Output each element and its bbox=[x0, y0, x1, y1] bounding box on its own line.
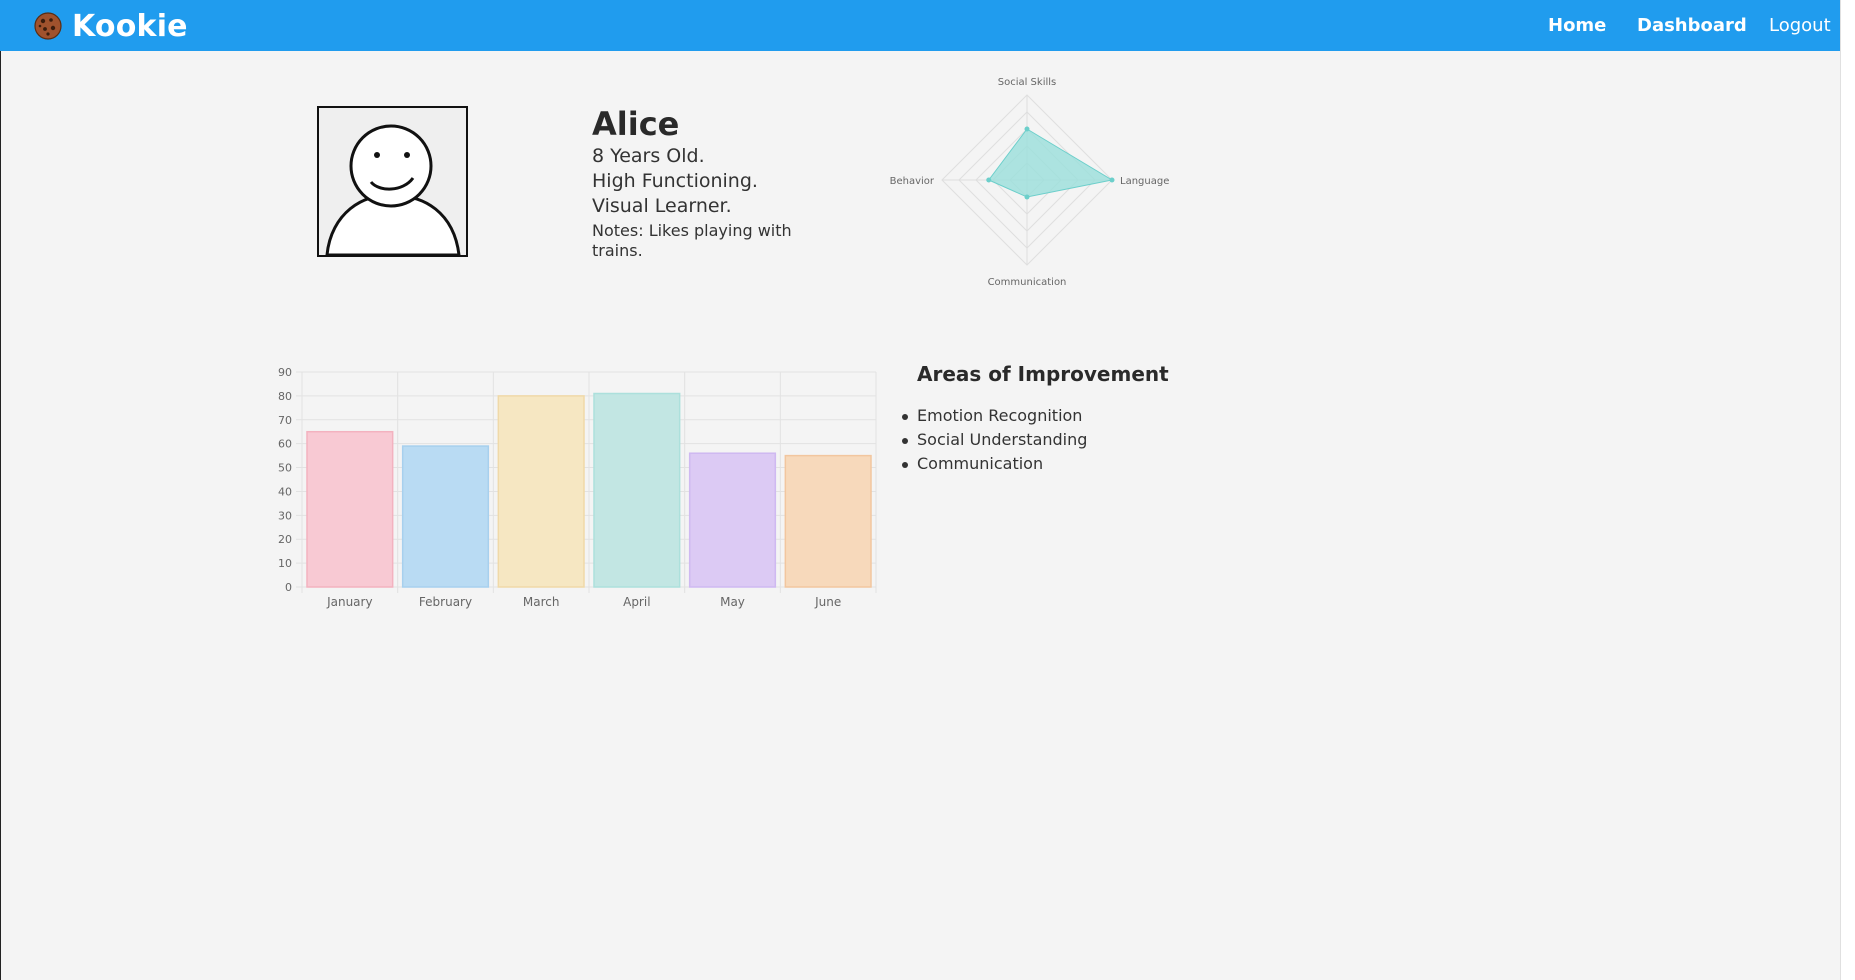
areas-title: Areas of Improvement bbox=[917, 362, 1169, 386]
areas-list: Emotion Recognition Social Understanding… bbox=[900, 404, 1200, 476]
bullet-icon bbox=[902, 462, 908, 468]
area-item-label: Communication bbox=[917, 454, 1044, 473]
top-navbar: Kookie Home Dashboard Logout bbox=[0, 0, 1840, 51]
nav-dashboard-link[interactable]: Dashboard bbox=[1637, 15, 1747, 36]
bar-january bbox=[306, 430, 394, 588]
bar-february bbox=[401, 445, 490, 588]
skills-radar-chart: Social Skills Language Communication Behavi… bbox=[890, 77, 1170, 288]
radar-point bbox=[1024, 194, 1030, 200]
radar-axis-label: Communication bbox=[988, 277, 1067, 288]
y-tick-label: 60 bbox=[278, 438, 292, 451]
bullet-icon bbox=[902, 414, 908, 420]
areas-of-improvement: Areas of Improvement Emotion Recognition… bbox=[900, 362, 1200, 476]
y-tick-label: 40 bbox=[278, 485, 292, 498]
x-tick-label: February bbox=[419, 595, 472, 609]
monthly-bar-chart: 0 10 20 30 40 50 60 70 80 90 January February March A… bbox=[278, 366, 877, 609]
functioning-text: High Functioning. bbox=[592, 170, 758, 192]
brand-title: Kookie bbox=[72, 8, 188, 44]
age-text: 8 Years Old. bbox=[592, 145, 705, 167]
bar-march bbox=[497, 395, 585, 588]
radar-axis-label: Social Skills bbox=[998, 77, 1057, 88]
radar-axis-label: Language bbox=[1120, 176, 1169, 187]
nav-logout-link[interactable]: Logout bbox=[1769, 15, 1831, 36]
x-tick-label: April bbox=[623, 595, 650, 609]
scrollbar-gutter[interactable] bbox=[1840, 0, 1855, 980]
y-tick-label: 80 bbox=[278, 390, 292, 403]
radar-point bbox=[1109, 177, 1115, 183]
bar-june bbox=[784, 454, 872, 588]
x-tick-label: June bbox=[814, 595, 841, 609]
stick-figure-portrait bbox=[319, 108, 466, 255]
area-item-label: Emotion Recognition bbox=[917, 406, 1083, 425]
brand[interactable]: Kookie bbox=[34, 8, 188, 44]
child-name: Alice bbox=[592, 105, 680, 143]
y-tick-label: 70 bbox=[278, 414, 292, 427]
nav-home-link[interactable]: Home bbox=[1548, 15, 1606, 36]
y-tick-label: 0 bbox=[285, 581, 292, 594]
x-tick-label: March bbox=[523, 595, 560, 609]
radar-area bbox=[987, 128, 1114, 198]
y-tick-label: 20 bbox=[278, 533, 292, 546]
y-tick-label: 90 bbox=[278, 366, 292, 379]
bar-may bbox=[688, 452, 777, 588]
bullet-icon bbox=[902, 438, 908, 444]
y-tick-label: 10 bbox=[278, 557, 292, 570]
x-tick-label: January bbox=[326, 595, 373, 609]
radar-axis-label: Behavior bbox=[890, 176, 935, 187]
area-item: Emotion Recognition bbox=[902, 404, 1200, 428]
page-left-edge bbox=[0, 51, 1, 980]
cookie-icon bbox=[34, 12, 62, 40]
radar-point bbox=[986, 177, 992, 183]
y-tick-label: 50 bbox=[278, 462, 292, 475]
bar-april bbox=[593, 392, 681, 588]
learner-text: Visual Learner. bbox=[592, 195, 732, 217]
y-tick-label: 30 bbox=[278, 509, 292, 522]
x-tick-label: May bbox=[720, 595, 745, 609]
area-item-label: Social Understanding bbox=[917, 430, 1088, 449]
profile-info: Alice 8 Years Old. High Functioning. Vis… bbox=[592, 104, 812, 261]
notes-text: Notes: Likes playing with trains. bbox=[592, 221, 792, 260]
area-item: Social Understanding bbox=[902, 428, 1200, 452]
radar-point bbox=[1024, 126, 1030, 132]
area-item: Communication bbox=[902, 452, 1200, 476]
avatar bbox=[317, 106, 468, 257]
